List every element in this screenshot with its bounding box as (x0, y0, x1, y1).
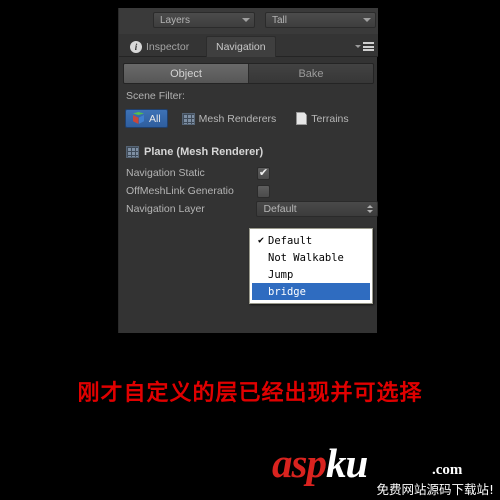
dropdown-item-not-walkable[interactable]: Not Walkable (252, 249, 370, 266)
dropdown-item-label: Jump (268, 268, 294, 281)
filter-terrains-label: Terrains (311, 112, 349, 125)
check-icon: ✔ (257, 235, 265, 246)
filter-mesh-renderers-label: Mesh Renderers (198, 112, 277, 125)
layers-dropdown[interactable]: Layers (153, 12, 255, 28)
filter-all-label: All (149, 112, 161, 125)
filter-terrains-button[interactable]: Terrains (290, 109, 354, 128)
layout-dropdown[interactable]: Tall (265, 12, 376, 28)
filter-mesh-renderers-button[interactable]: Mesh Renderers (176, 109, 283, 128)
dropdown-item-label: Default (268, 234, 313, 247)
tab-object[interactable]: Object (124, 64, 248, 83)
info-icon: i (130, 40, 142, 53)
tab-strip: i Inspector Navigation (119, 34, 378, 57)
navigation-layer-dropdown-list: ✔ Default Not Walkable Jump bridge (249, 228, 373, 304)
panel-body: Scene Filter: All Mesh Renderers Terrain… (119, 90, 378, 218)
hamburger-menu-icon[interactable] (355, 42, 374, 51)
tab-inspector[interactable]: i Inspector (121, 36, 198, 57)
property-label: OffMeshLink Generatio (126, 185, 234, 197)
property-label: Navigation Layer (126, 203, 205, 215)
dropdown-item-label: bridge (268, 285, 306, 298)
layout-dropdown-label: Tall (272, 14, 288, 26)
dropdown-item-jump[interactable]: Jump (252, 266, 370, 283)
screenshot-root: Layers Tall i Inspector Navigation Objec… (0, 0, 500, 500)
updown-arrows-icon (367, 205, 373, 213)
navigation-layer-popup[interactable]: Default (256, 201, 378, 217)
logo-wordmark: aspku (272, 440, 368, 486)
site-logo: aspku .com 免费网站源码下载站! (272, 440, 494, 497)
component-title: Plane (Mesh Renderer) (144, 146, 264, 158)
chevron-down-icon (355, 45, 361, 48)
dropdown-item-label: Not Walkable (268, 251, 344, 264)
navigation-layer-value: Default (263, 203, 297, 215)
logo-subtitle: 免费网站源码下载站! (376, 482, 494, 497)
navigation-static-checkbox[interactable]: ✔ (257, 166, 270, 180)
mesh-renderer-icon (126, 146, 139, 158)
scene-filter-row: All Mesh Renderers Terrains (125, 109, 378, 128)
chevron-down-icon (242, 18, 250, 22)
dropdown-item-default[interactable]: ✔ Default (252, 232, 370, 249)
dropdown-item-bridge[interactable]: bridge (252, 283, 370, 300)
editor-toolbar: Layers Tall (119, 8, 378, 34)
tab-navigation[interactable]: Navigation (206, 36, 276, 57)
offmeshlink-generation-checkbox[interactable] (257, 184, 270, 198)
menu-bars-icon (363, 42, 374, 51)
logo-text-red: asp (272, 440, 327, 486)
property-navigation-static: Navigation Static ✔ (126, 164, 378, 182)
property-navigation-layer: Navigation Layer Default (126, 200, 378, 218)
terrain-icon (296, 112, 308, 125)
logo-text-white: ku (325, 440, 368, 486)
tab-navigation-label: Navigation (216, 41, 266, 53)
annotation-caption: 刚才自定义的层已经出现并可选择 (77, 381, 423, 406)
mesh-renderer-icon (181, 112, 195, 125)
tab-bake[interactable]: Bake (248, 64, 373, 83)
logo-domain: .com (432, 462, 463, 478)
chevron-down-icon (363, 18, 371, 22)
scene-filter-label: Scene Filter: (126, 90, 185, 102)
component-header: Plane (Mesh Renderer) (126, 146, 378, 158)
tab-inspector-label: Inspector (146, 40, 190, 53)
property-label: Navigation Static (126, 167, 205, 179)
property-offmeshlink-generation: OffMeshLink Generatio (126, 182, 378, 200)
cube-icon (132, 112, 145, 125)
filter-all-button[interactable]: All (125, 109, 168, 128)
layers-dropdown-label: Layers (160, 14, 191, 26)
mode-segmented-control: Object Bake (123, 63, 374, 84)
